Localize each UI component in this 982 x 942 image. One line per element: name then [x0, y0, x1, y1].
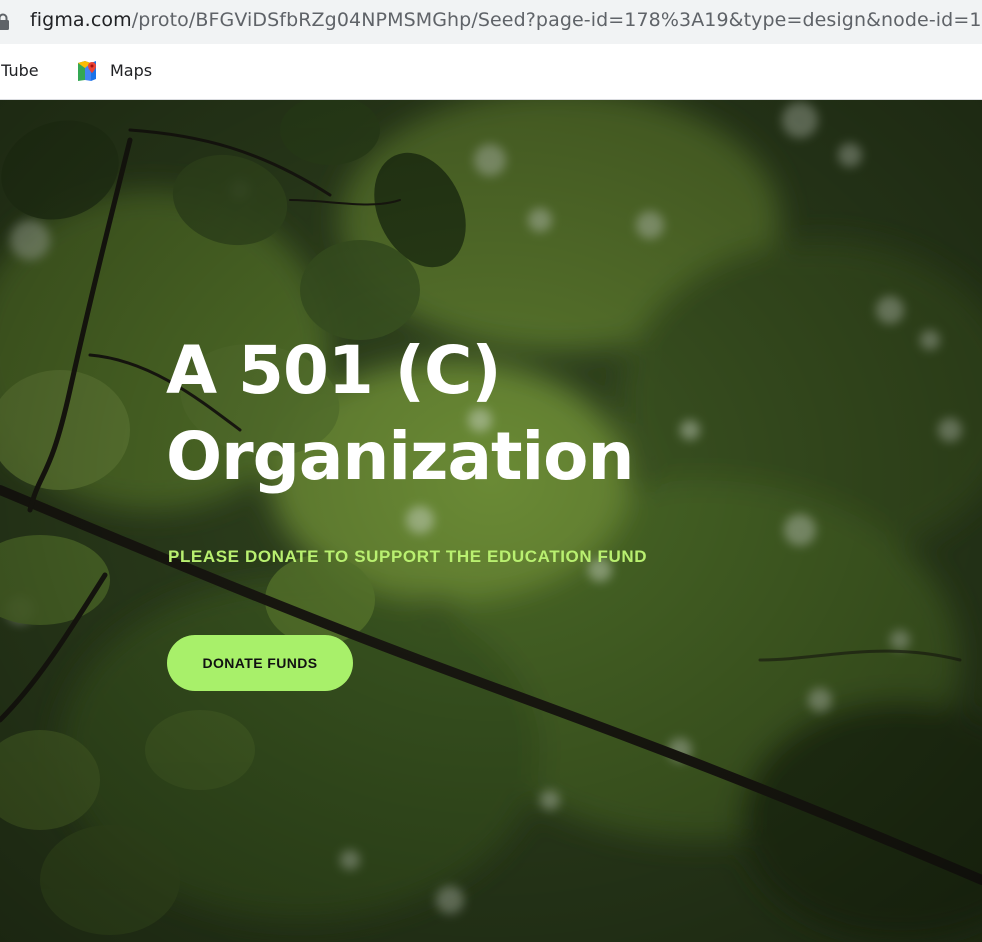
bookmark-label: Maps [110, 61, 153, 80]
url-text[interactable]: figma.com/proto/BFGViDSfbRZg04NPMSMGhp/S… [30, 9, 982, 31]
url-path: /proto/BFGViDSfbRZg04NPMSMGhp/Seed?page-… [131, 9, 982, 31]
hero-title-line2: Organization [166, 418, 634, 495]
hero-title: A 501 (C) Organization [166, 328, 634, 500]
lock-icon [0, 13, 9, 30]
bookmark-label: uTube [0, 61, 39, 80]
google-maps-icon [78, 61, 96, 81]
bookmarks-bar: uTube Maps [0, 44, 982, 100]
donate-funds-button[interactable]: DONATE FUNDS [167, 635, 353, 691]
url-domain: figma.com [30, 9, 132, 31]
address-bar[interactable]: figma.com/proto/BFGViDSfbRZg04NPMSMGhp/S… [0, 0, 982, 44]
hero-section: A 501 (C) Organization PLEASE DONATE TO … [0, 100, 982, 942]
hero-subtitle: PLEASE DONATE TO SUPPORT THE EDUCATION F… [168, 547, 648, 566]
forest-canopy-background [0, 100, 982, 942]
bookmark-youtube[interactable]: uTube [0, 61, 39, 80]
hero-title-line1: A 501 (C) [166, 332, 502, 409]
